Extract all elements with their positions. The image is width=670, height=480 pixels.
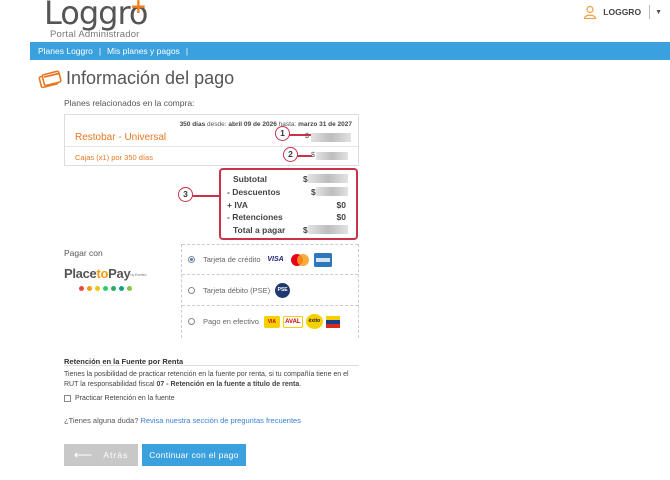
back-button[interactable]: ⟵ Atrás	[64, 444, 138, 466]
arrow-left-icon: ⟵	[73, 447, 94, 462]
radio-debit[interactable]	[188, 286, 195, 294]
user-name: LOGGRO	[603, 7, 642, 17]
payment-cards-icon	[38, 69, 62, 88]
plan-dates: 350 días desde: abril 09 de 2026 hasta: …	[180, 121, 352, 128]
user-icon	[584, 5, 597, 19]
subtotal-label: Subtotal	[233, 174, 267, 184]
placetopay-dots	[79, 286, 135, 291]
retention-description: Tienes la posibilidad de practicar reten…	[64, 370, 362, 389]
retention-checkbox-row[interactable]: Practicar Retención en la fuente	[64, 395, 175, 402]
plan-amount-redacted	[311, 133, 351, 142]
callout-line	[192, 195, 219, 197]
retention-text-end: .	[299, 380, 302, 388]
plan-detail: Cajas (x1) por 350 días	[75, 153, 153, 162]
plan-detail-amount-redacted	[316, 152, 348, 160]
section-label: Planes relacionados en la compra:	[64, 98, 195, 108]
subtotal-redacted	[308, 174, 348, 183]
logo-subtitle: Portal Administrador	[50, 29, 140, 40]
mastercard-icon	[290, 253, 309, 266]
faq-question: ¿Tienes alguna duda?	[64, 416, 139, 425]
callout-3: 3	[178, 187, 193, 202]
placetopay-logo: PlacetoPayby Evertec	[64, 266, 147, 281]
option-label: Pago en efectivo	[203, 317, 259, 326]
logo-plus-icon: +	[130, 0, 147, 18]
option-label: Tarjeta de crédito	[203, 255, 261, 264]
efecty-icon	[325, 315, 340, 328]
nav-separator: |	[185, 46, 189, 56]
divider	[65, 146, 358, 147]
retenciones-label: - Retenciones	[227, 212, 283, 222]
page-header: Información del pago	[38, 68, 234, 89]
descuentos-label: - Descuentos	[227, 187, 281, 197]
faq-line: ¿Tienes alguna duda? Revisa nuestra secc…	[64, 416, 301, 425]
callout-2: 2	[283, 147, 298, 162]
plan-to-date: marzo 31 de 2027	[298, 121, 352, 128]
provider-part1: Place	[64, 266, 97, 281]
plan-summary: 350 días desde: abril 09 de 2026 hasta: …	[64, 114, 359, 166]
descuentos-redacted	[316, 187, 348, 196]
iva-label: + IVA	[227, 200, 248, 210]
callout-line	[297, 155, 312, 157]
divider	[64, 365, 359, 366]
amex-icon	[313, 252, 332, 267]
pay-with-label: Pagar con	[64, 248, 103, 258]
logo: Loggro +	[44, 0, 148, 32]
payment-options: Tarjeta de crédito VISA Tarjeta débito (…	[181, 244, 359, 338]
caret-down-icon[interactable]: ▼	[655, 9, 662, 16]
plan-duration: 350 días	[179, 121, 206, 128]
visa-icon: VISA	[267, 255, 284, 263]
retention-text-bold: 07 - Retención en la fuente a título de …	[156, 380, 300, 388]
pse-icon: PSE	[275, 282, 291, 298]
payment-option-credit[interactable]: Tarjeta de crédito VISA	[182, 244, 358, 275]
aval-icon: AVAL	[282, 315, 303, 328]
total-label: Total a pagar	[233, 225, 286, 235]
user-divider	[649, 5, 651, 19]
option-label: Tarjeta débito (PSE)	[203, 285, 271, 295]
top-nav: Planes Loggro | Mis planes y pagos |	[30, 42, 670, 60]
retention-checkbox[interactable]	[64, 395, 71, 402]
radio-cash[interactable]	[188, 318, 195, 325]
total-redacted	[308, 225, 348, 234]
plan-from-date: abril 09 de 2026	[228, 121, 277, 128]
page-title: Información del pago	[66, 68, 235, 88]
continue-payment-button[interactable]: Continuar con el pago	[142, 444, 246, 466]
payment-option-cash[interactable]: Pago en efectivo VIA AVAL éxito	[182, 306, 358, 337]
plan-name: Restobar - Universal	[75, 132, 167, 143]
via-baloto-icon: VIA	[263, 315, 280, 328]
iva-value: $0	[336, 200, 346, 210]
faq-link[interactable]: Revisa nuestra sección de preguntas frec…	[140, 416, 301, 425]
nav-item-planes-loggro[interactable]: Planes Loggro	[38, 46, 93, 56]
provider-part2: to	[96, 266, 109, 281]
user-menu[interactable]: LOGGRO ▼	[583, 4, 662, 20]
retenciones-value: $0	[336, 212, 346, 222]
provider-suffix: by Evertec	[130, 272, 147, 278]
payment-option-debit[interactable]: Tarjeta débito (PSE) PSE	[182, 275, 358, 306]
plan-from-label: desde:	[207, 121, 227, 128]
callout-line	[289, 134, 311, 136]
radio-credit[interactable]	[188, 256, 195, 263]
back-button-label: Atrás	[103, 450, 129, 460]
retention-checkbox-label: Practicar Retención en la fuente	[75, 395, 175, 402]
exito-icon: éxito	[305, 314, 323, 329]
provider-part3: Pay	[108, 266, 131, 281]
totals-box: Subtotal $ - Descuentos $ + IVA $0 - Ret…	[219, 168, 358, 240]
callout-1: 1	[275, 126, 290, 141]
nav-separator: |	[98, 46, 102, 56]
nav-item-mis-planes[interactable]: Mis planes y pagos	[107, 46, 180, 56]
